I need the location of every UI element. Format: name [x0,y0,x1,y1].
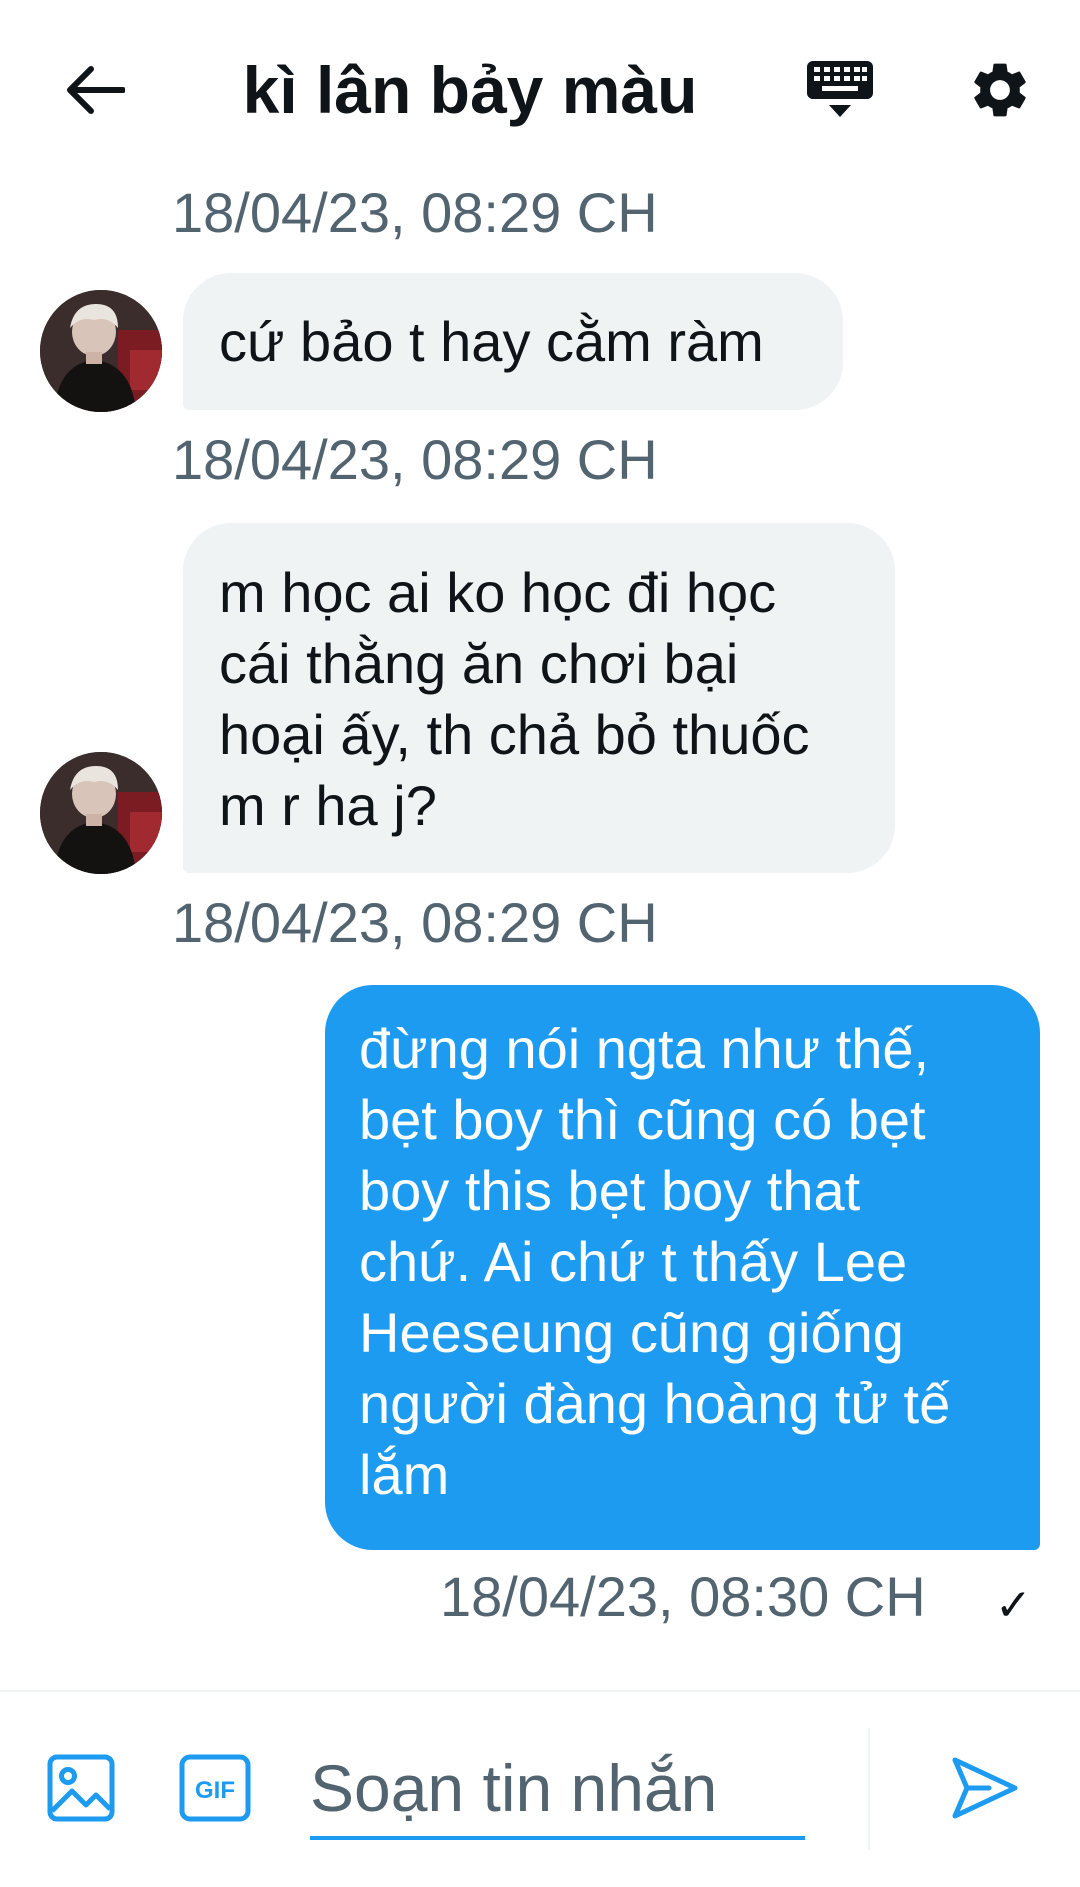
back-button[interactable] [50,45,140,135]
message-timestamp: 18/04/23, 08:29 CH [172,891,658,954]
gear-icon [974,63,1026,117]
message-line: m học ai ko học đi học [219,561,777,624]
arrow-left-icon [67,66,125,114]
send-icon [952,1757,1018,1819]
message-line: Heeseung cũng giống [359,1301,904,1364]
composer-separator [0,1690,1080,1692]
message-timestamp: 18/04/23, 08:29 CH [172,428,658,491]
send-button[interactable] [940,1743,1030,1833]
outgoing-message-bubble[interactable]: đừng nói ngta như thế, bẹt boy thì cũng … [325,985,1040,1550]
keyboard-icon [807,61,873,117]
message-timestamp: 18/04/23, 08:29 CH [172,181,658,244]
add-gif-button[interactable]: GIF [170,1743,260,1833]
incoming-message-bubble[interactable]: m học ai ko học đi học cái thằng ăn chơi… [183,523,895,873]
message-line: lắm [359,1443,450,1506]
message-text: đừng nói ngta như thế, bẹt boy thì cũng … [359,1013,1006,1510]
message-line: đừng nói ngta như thế, [359,1017,930,1080]
avatar[interactable] [40,752,162,874]
sent-check-icon: ✓ [995,1581,1032,1630]
gif-icon: GIF [179,1754,251,1822]
avatar-image [40,290,162,412]
message-line: chứ. Ai chứ t thấy Lee [359,1230,908,1293]
keyboard-shortcuts-button[interactable] [795,45,885,135]
message-timestamp: 18/04/23, 08:30 CH [440,1565,926,1628]
image-icon [47,1754,115,1822]
add-image-button[interactable] [36,1743,126,1833]
message-line: boy this bẹt boy that [359,1159,861,1222]
conversation-header: kì lân bảy màu [0,0,1080,170]
settings-button[interactable] [955,45,1045,135]
message-text: m học ai ko học đi học cái thằng ăn chơi… [219,557,859,841]
message-line: hoại ấy, th chả bỏ thuốc [219,703,810,766]
incoming-message-bubble[interactable]: cứ bảo t hay cằm ràm [183,273,843,410]
message-input[interactable] [310,1740,805,1840]
svg-text:GIF: GIF [195,1777,235,1804]
message-line: bẹt boy thì cũng có bẹt [359,1088,926,1151]
avatar-image [40,752,162,874]
message-line: cái thằng ăn chơi bại [219,632,739,695]
avatar[interactable] [40,290,162,412]
message-line: m r ha j? [219,774,437,837]
message-text: cứ bảo t hay cằm ràm [219,310,764,373]
composer-divider [868,1728,870,1850]
conversation-title[interactable]: kì lân bảy màu [200,45,740,135]
message-line: người đàng hoàng tử tế [359,1372,951,1435]
